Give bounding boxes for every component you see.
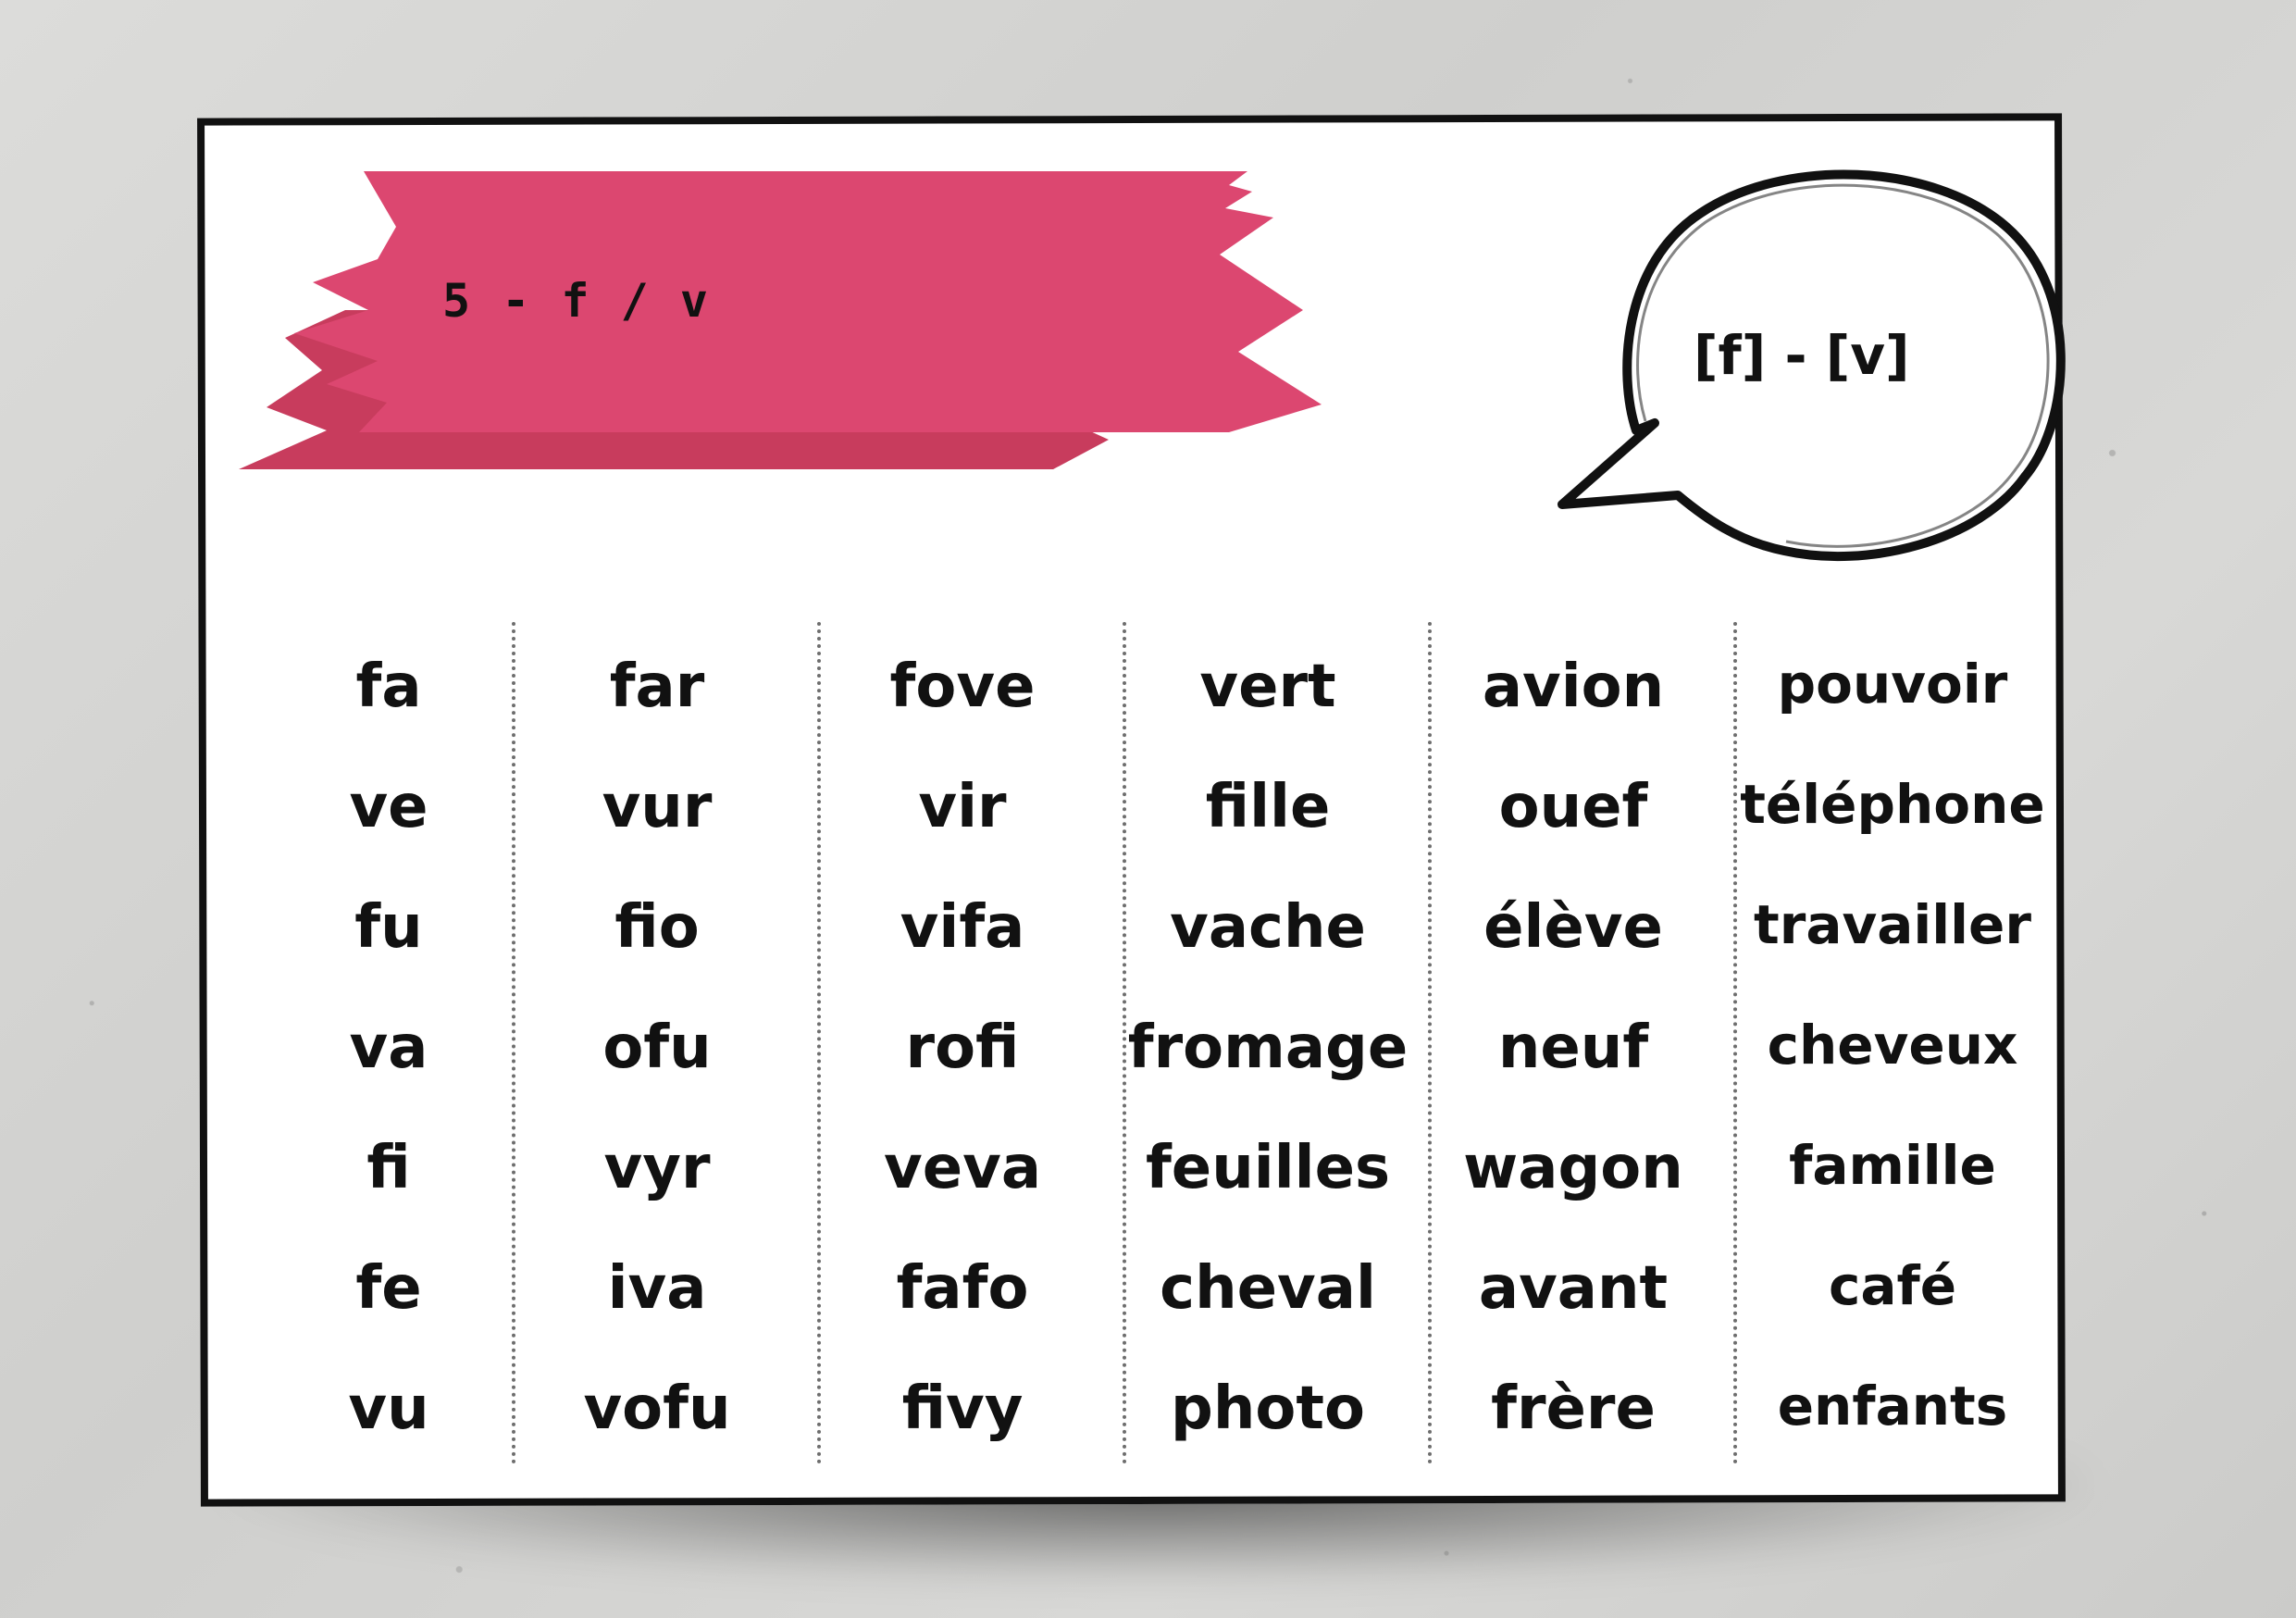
word: photo [1171,1375,1365,1443]
word: wagon [1463,1134,1683,1202]
word: rofi [905,1014,1020,1082]
phoneme-label: [f] - [v] [1694,324,1910,387]
word: avion [1482,653,1665,721]
word: café [1828,1254,1957,1317]
word: vert [1199,653,1336,721]
word: vyr [603,1134,711,1202]
word: fafo [896,1254,1029,1323]
title-banner [239,171,1322,477]
word: iva [607,1254,707,1323]
word: neuf [1497,1014,1649,1082]
word: vifa [900,893,1025,962]
word: feuilles [1145,1134,1391,1202]
word: fio [614,893,700,962]
word: cheveux [1767,1014,2018,1077]
word: frère [1491,1375,1656,1443]
column-divider [1123,622,1126,1464]
word: fe [355,1254,422,1323]
word-column-1: fa ve fu va fi fe vu [282,618,495,1465]
word: fi [366,1134,411,1202]
word: fove [889,653,1036,721]
word: pouvoir [1777,653,2008,716]
word: travailler [1754,893,2031,956]
word: cheval [1160,1254,1376,1323]
word: fivy [901,1375,1024,1443]
word: famille [1789,1134,1996,1197]
word: avant [1478,1254,1669,1323]
column-divider [817,622,821,1464]
column-divider [1428,622,1432,1464]
page-title: 5 - f / v [442,274,710,328]
word: fromage [1127,1014,1409,1082]
word-column-3: fove vir vifa rofi veva fafo fivy [824,618,1101,1465]
word: vofu [583,1375,731,1443]
column-divider [512,622,515,1464]
word: va [349,1014,428,1082]
word-column-4: vert fille vache fromage feuilles cheval… [1124,618,1411,1465]
word-column-6: pouvoir téléphone travailler cheveux fam… [1735,618,2050,1465]
word: veva [883,1134,1042,1202]
word: ve [349,773,428,841]
word: fille [1205,773,1331,841]
word: vu [348,1375,429,1443]
word: fu [354,893,423,962]
word: téléphone [1740,773,2045,836]
word: vir [918,773,1007,841]
word: vur [602,773,713,841]
word: élève [1483,893,1663,962]
word-grid: fa ve fu va fi fe vu far vur fio ofu vyr… [208,618,2059,1465]
word: ofu [602,1014,712,1082]
word: enfants [1777,1375,2008,1438]
word-column-2: far vur fio ofu vyr iva vofu [518,618,796,1465]
word: far [609,653,705,721]
word: vache [1170,893,1366,962]
word: fa [355,653,422,721]
column-divider [1733,622,1737,1464]
word-column-5: avion ouef élève neuf wagon avant frère [1434,618,1712,1465]
word: ouef [1498,773,1648,841]
